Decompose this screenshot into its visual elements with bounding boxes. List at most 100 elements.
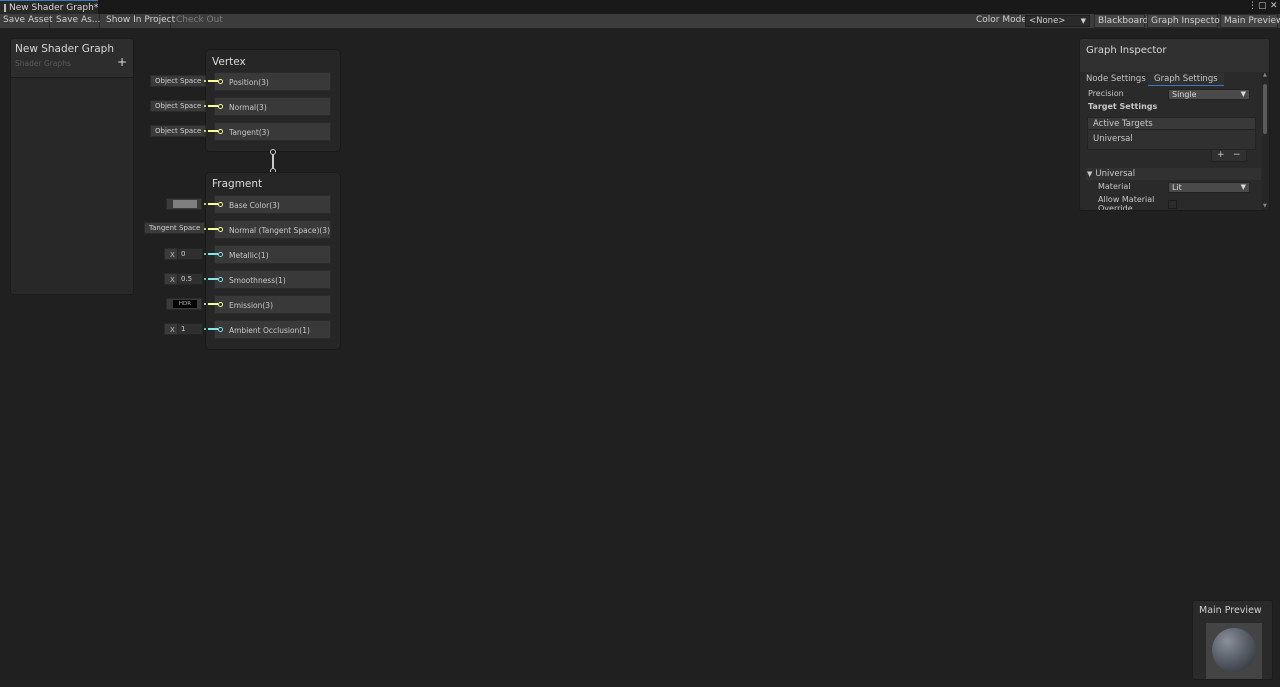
graph-inspector-toggle-button[interactable]: Graph Inspector [1147, 14, 1223, 28]
smoothness-input[interactable]: X 0.5 [164, 273, 203, 285]
universal-section-header[interactable]: ▼ Universal [1086, 168, 1261, 180]
main-preview-title: Main Preview [1199, 605, 1262, 616]
material-value: Lit [1172, 183, 1182, 192]
chevron-down-icon: ▼ [1240, 90, 1246, 98]
connector-dot [204, 303, 206, 305]
ambient-occlusion-value[interactable]: 1 [177, 323, 203, 335]
inspector-scrollbar[interactable]: ▲ ▼ [1262, 72, 1269, 210]
add-target-button[interactable]: + [1217, 150, 1225, 160]
main-preview-toggle-button[interactable]: Main Preview [1220, 14, 1280, 28]
save-as-button[interactable]: Save As... [53, 14, 100, 28]
material-label: Material [1098, 182, 1131, 191]
color-mode-label: Color Mode [976, 15, 1027, 25]
block-smoothness[interactable]: Smoothness(1) [214, 270, 331, 289]
color-swatch [173, 200, 197, 208]
port-icon[interactable] [218, 79, 223, 84]
scroll-down-icon[interactable]: ▼ [1263, 203, 1267, 209]
link-port-icon [270, 149, 276, 155]
scroll-up-icon[interactable]: ▲ [1263, 72, 1267, 78]
emission-input[interactable]: HDR [166, 298, 202, 310]
port-icon[interactable] [218, 227, 223, 232]
tab-graph-settings[interactable]: Graph Settings [1148, 73, 1224, 86]
toolbar: Save Asset Save As... Show In Project Ch… [0, 14, 1280, 29]
block-position[interactable]: Position(3) [214, 72, 331, 91]
blackboard-title: New Shader Graph [15, 43, 114, 55]
add-property-button[interactable]: + [117, 55, 127, 69]
chevron-down-icon: ▼ [1080, 17, 1086, 25]
check-out-button[interactable]: Check Out [173, 14, 223, 28]
block-normal[interactable]: Normal(3) [214, 97, 331, 116]
port-icon[interactable] [218, 202, 223, 207]
ambient-occlusion-input[interactable]: X 1 [164, 323, 203, 335]
port-icon[interactable] [218, 252, 223, 257]
space-input-normal-tangent[interactable]: Tangent Space [144, 222, 206, 234]
space-input-tangent[interactable]: Object Space [150, 125, 207, 137]
x-label: X [170, 276, 175, 284]
block-label: Normal(3) [229, 103, 267, 112]
block-ambient-occlusion[interactable]: Ambient Occlusion(1) [214, 320, 331, 339]
block-label: Normal (Tangent Space)(3) [229, 226, 330, 235]
block-metallic[interactable]: Metallic(1) [214, 245, 331, 264]
save-asset-button[interactable]: Save Asset [0, 14, 53, 28]
port-icon[interactable] [218, 327, 223, 332]
fragment-title: Fragment [212, 178, 263, 190]
blackboard-header: New Shader Graph Shader Graphs + [11, 39, 133, 78]
precision-dropdown[interactable]: Single ▼ [1168, 89, 1250, 100]
block-normal-tangent[interactable]: Normal (Tangent Space)(3) [214, 220, 331, 239]
connection-wire [208, 328, 218, 330]
precision-value: Single [1172, 90, 1197, 99]
space-input-position[interactable]: Object Space [150, 75, 207, 87]
connector-dot [204, 278, 206, 280]
metallic-input[interactable]: X 0 [164, 248, 203, 260]
connection-wire [208, 203, 218, 205]
more-options-icon[interactable]: ⋮ [1248, 1, 1257, 11]
active-targets-header: Active Targets [1088, 118, 1255, 130]
connector-dot [204, 105, 206, 107]
block-label: Base Color(3) [229, 201, 280, 210]
color-mode-value: <None> [1029, 16, 1066, 26]
list-item[interactable]: Universal [1093, 134, 1133, 144]
block-emission[interactable]: Emission(3) [214, 295, 331, 314]
block-label: Ambient Occlusion(1) [229, 326, 310, 335]
show-in-project-button[interactable]: Show In Project [103, 14, 175, 28]
fragment-context[interactable]: Fragment Base Color(3) Normal (Tangent S… [205, 172, 341, 350]
port-icon[interactable] [218, 277, 223, 282]
inspector-title: Graph Inspector [1086, 45, 1167, 56]
connection-wire [208, 130, 218, 132]
port-icon[interactable] [218, 104, 223, 109]
universal-section-label: Universal [1095, 169, 1136, 179]
remove-target-button[interactable]: − [1233, 150, 1241, 160]
port-icon[interactable] [218, 129, 223, 134]
metallic-value[interactable]: 0 [177, 248, 203, 260]
block-label: Position(3) [229, 78, 269, 87]
main-preview-panel[interactable]: Main Preview [1192, 600, 1273, 680]
document-tab[interactable]: New Shader Graph* [0, 0, 98, 14]
base-color-input[interactable] [166, 198, 202, 210]
graph-inspector-panel[interactable]: Graph Inspector Node Settings Graph Sett… [1079, 38, 1270, 211]
material-dropdown[interactable]: Lit ▼ [1168, 182, 1250, 193]
blackboard-toggle-button[interactable]: Blackboard [1094, 14, 1148, 28]
color-mode-dropdown[interactable]: <None> ▼ [1025, 15, 1090, 27]
block-base-color[interactable]: Base Color(3) [214, 195, 331, 214]
block-label: Metallic(1) [229, 251, 269, 260]
space-input-normal[interactable]: Object Space [150, 100, 207, 112]
connection-wire [208, 303, 218, 305]
x-label: X [170, 326, 175, 334]
preview-viewport[interactable] [1206, 623, 1262, 679]
shader-graph-icon [4, 3, 6, 12]
maximize-icon[interactable]: ▢ [1258, 1, 1267, 11]
connection-wire [208, 253, 218, 255]
scrollbar-thumb[interactable] [1263, 84, 1267, 134]
blackboard-panel[interactable]: New Shader Graph Shader Graphs + [10, 38, 134, 295]
smoothness-value[interactable]: 0.5 [177, 273, 203, 285]
port-icon[interactable] [218, 302, 223, 307]
blackboard-subtitle: Shader Graphs [15, 59, 71, 68]
tab-node-settings[interactable]: Node Settings [1086, 73, 1146, 85]
allow-material-override-checkbox[interactable] [1168, 200, 1177, 209]
active-targets-list[interactable]: Active Targets Universal [1087, 117, 1256, 150]
close-icon[interactable]: ✕ [1270, 1, 1278, 11]
vertex-context[interactable]: Vertex Position(3) Normal(3) Tangent(3) [205, 49, 341, 152]
connector-dot [204, 80, 206, 82]
connector-dot [204, 253, 206, 255]
block-tangent[interactable]: Tangent(3) [214, 122, 331, 141]
